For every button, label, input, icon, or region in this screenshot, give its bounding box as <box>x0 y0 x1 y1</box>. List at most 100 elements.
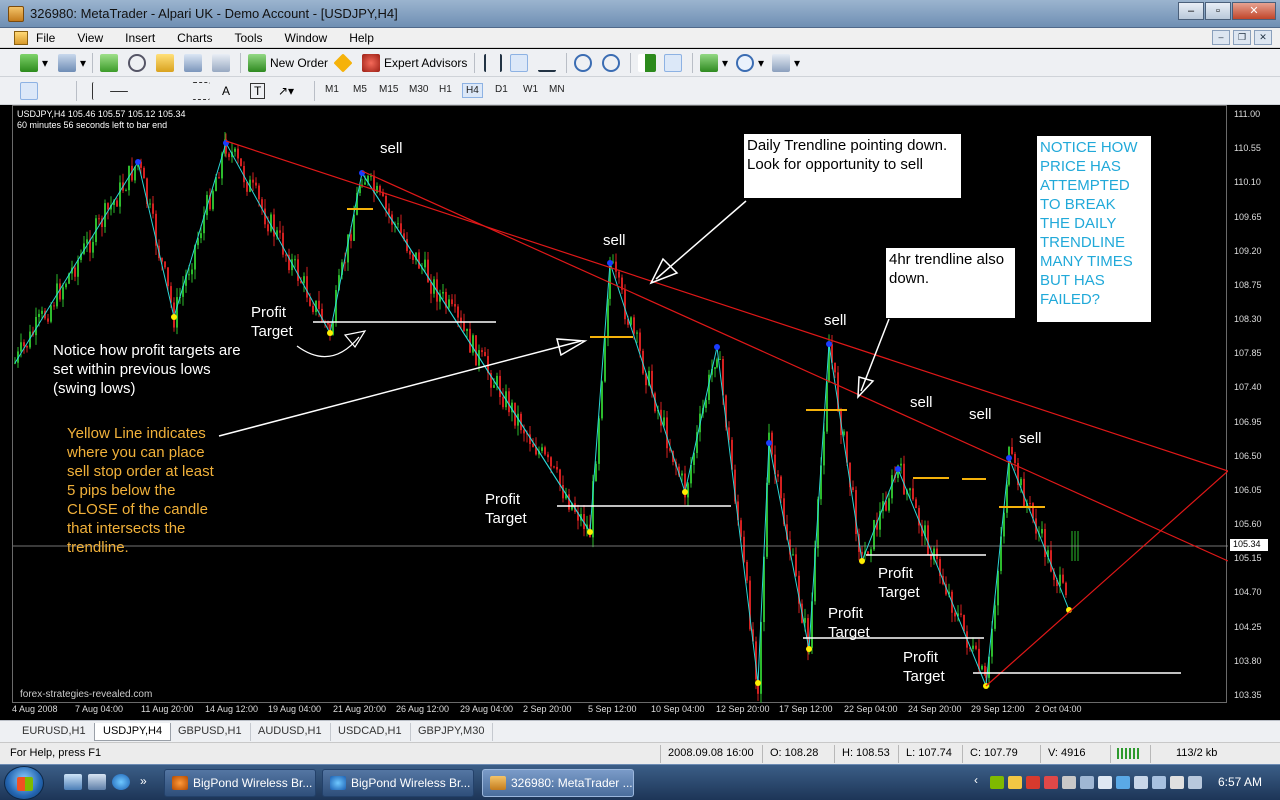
show-desktop-icon[interactable] <box>64 774 82 790</box>
terminal-button[interactable] <box>156 53 178 73</box>
market-watch-button[interactable] <box>100 53 122 73</box>
timeframe-h1[interactable]: H1 <box>436 83 455 96</box>
mdi-close-button[interactable]: ✕ <box>1254 30 1272 45</box>
task-metatrader[interactable]: 326980: MetaTrader ... <box>482 769 634 797</box>
tray-icon[interactable] <box>1062 776 1076 789</box>
tray-icon[interactable] <box>990 776 1004 789</box>
tray-expand-icon[interactable]: ‹ <box>974 773 988 787</box>
maximize-button[interactable]: ▫ <box>1205 2 1231 20</box>
status-help: For Help, press F1 <box>10 747 102 759</box>
tab-gbpjpy-m30[interactable]: GBPJPY,M30 <box>410 723 494 741</box>
tab-usdcad-h1[interactable]: USDCAD,H1 <box>330 723 411 741</box>
swing-low-marker <box>587 529 593 535</box>
tray-icon[interactable] <box>1134 776 1148 789</box>
arrows-tool[interactable]: ↗▾ <box>278 81 294 101</box>
timeframe-h4[interactable]: H4 <box>462 83 483 98</box>
tray-icon[interactable] <box>1098 776 1112 789</box>
drawing-toolbar: A T ↗▾ M1 M5 M15 M30 H1 H4 D1 W1 MN <box>0 77 1280 105</box>
candle-body <box>191 269 193 275</box>
candle-body <box>107 203 109 210</box>
metaeditor-button[interactable] <box>333 53 356 73</box>
close-button[interactable]: ✕ <box>1232 2 1276 20</box>
timeframe-m15[interactable]: M15 <box>376 83 401 96</box>
timeframe-m30[interactable]: M30 <box>406 83 431 96</box>
tray-icon[interactable] <box>1152 776 1166 789</box>
data-window-button[interactable] <box>184 53 206 73</box>
zoom-out-button[interactable] <box>602 53 624 73</box>
internet-explorer-icon[interactable] <box>112 774 130 790</box>
profiles-button[interactable]: ▾ <box>58 53 86 73</box>
tab-audusd-h1[interactable]: AUDUSD,H1 <box>250 723 331 741</box>
navigator-button[interactable] <box>128 53 150 73</box>
task-bigpond-2[interactable]: BigPond Wireless Br... <box>322 769 474 797</box>
candlestick-button[interactable] <box>510 53 532 73</box>
chart-shift-button[interactable] <box>664 53 686 73</box>
price-tick: 105.60 <box>1234 519 1262 530</box>
swing-low-marker <box>859 558 865 564</box>
sell-label: sell <box>380 140 403 157</box>
text-tool[interactable]: A <box>222 81 230 101</box>
crosshair-tool[interactable] <box>48 81 70 101</box>
candle-body <box>149 203 151 205</box>
tray-icon[interactable] <box>1080 776 1094 789</box>
tab-usdjpy-h4[interactable]: USDJPY,H4 <box>94 723 172 741</box>
templates-button[interactable]: ▾ <box>772 53 800 73</box>
auto-scroll-button[interactable] <box>638 53 660 73</box>
network-icon[interactable] <box>1116 776 1130 789</box>
menu-view[interactable]: View <box>77 31 103 45</box>
candle-body <box>743 536 745 562</box>
more-quicklaunch-icon[interactable]: » <box>140 774 154 790</box>
swing-high-marker <box>135 159 141 165</box>
bar-chart-button[interactable] <box>484 53 506 73</box>
expert-advisors-button[interactable]: Expert Advisors <box>362 53 467 73</box>
indicators-button[interactable]: ▾ <box>700 53 728 73</box>
menu-insert[interactable]: Insert <box>125 31 155 45</box>
strategy-tester-button[interactable] <box>212 53 234 73</box>
candle-body <box>255 182 257 186</box>
candle-body <box>47 318 49 322</box>
chart-window-icon[interactable] <box>14 31 28 45</box>
horizontal-line-tool[interactable] <box>110 81 132 101</box>
time-tick: 5 Sep 12:00 <box>588 704 637 714</box>
mdi-restore-button[interactable]: ❐ <box>1233 30 1251 45</box>
line-chart-button[interactable] <box>538 53 560 73</box>
candle-body <box>550 457 552 467</box>
candle-body <box>273 214 275 237</box>
new-chart-button[interactable]: ▾ <box>20 53 48 73</box>
mdi-minimize-button[interactable]: – <box>1212 30 1230 45</box>
start-button[interactable] <box>4 766 44 800</box>
menu-charts[interactable]: Charts <box>177 31 212 45</box>
timeframe-d1[interactable]: D1 <box>492 83 511 96</box>
status-bar: For Help, press F1 2008.09.08 16:00 O: 1… <box>0 742 1280 764</box>
new-order-button[interactable]: New Order <box>248 53 328 73</box>
menu-help[interactable]: Help <box>349 31 374 45</box>
menu-tools[interactable]: Tools <box>235 31 263 45</box>
minimize-button[interactable]: ‒ <box>1178 2 1204 20</box>
timeframe-m1[interactable]: M1 <box>322 83 342 96</box>
menu-file[interactable]: File <box>36 31 55 45</box>
candle-body <box>50 305 52 322</box>
timeframe-mn[interactable]: MN <box>546 83 568 96</box>
tray-icon[interactable] <box>1044 776 1058 789</box>
periods-button[interactable]: ▾ <box>736 53 764 73</box>
timeframe-m5[interactable]: M5 <box>350 83 370 96</box>
candle-body <box>306 276 308 298</box>
menu-window[interactable]: Window <box>285 31 328 45</box>
tray-icon[interactable] <box>1170 776 1184 789</box>
trendline-tool[interactable] <box>138 81 160 101</box>
tab-gbpusd-h1[interactable]: GBPUSD,H1 <box>170 723 251 741</box>
tab-eurusd-h1[interactable]: EURUSD,H1 <box>14 723 95 741</box>
tray-icon[interactable] <box>1008 776 1022 789</box>
cursor-tool[interactable] <box>20 81 42 101</box>
volume-icon[interactable] <box>1188 776 1202 789</box>
text-label-tool[interactable]: T <box>250 81 266 101</box>
zoom-in-button[interactable] <box>574 53 596 73</box>
equidistant-channel-tool[interactable] <box>164 81 186 101</box>
fibonacci-icon <box>192 82 210 100</box>
switch-windows-icon[interactable] <box>88 774 106 790</box>
timeframe-w1[interactable]: W1 <box>520 83 541 96</box>
tray-icon[interactable] <box>1026 776 1040 789</box>
task-bigpond-1[interactable]: BigPond Wireless Br... <box>164 769 316 797</box>
price-tick: 105.15 <box>1234 553 1262 564</box>
fibonacci-tool[interactable] <box>192 81 214 101</box>
